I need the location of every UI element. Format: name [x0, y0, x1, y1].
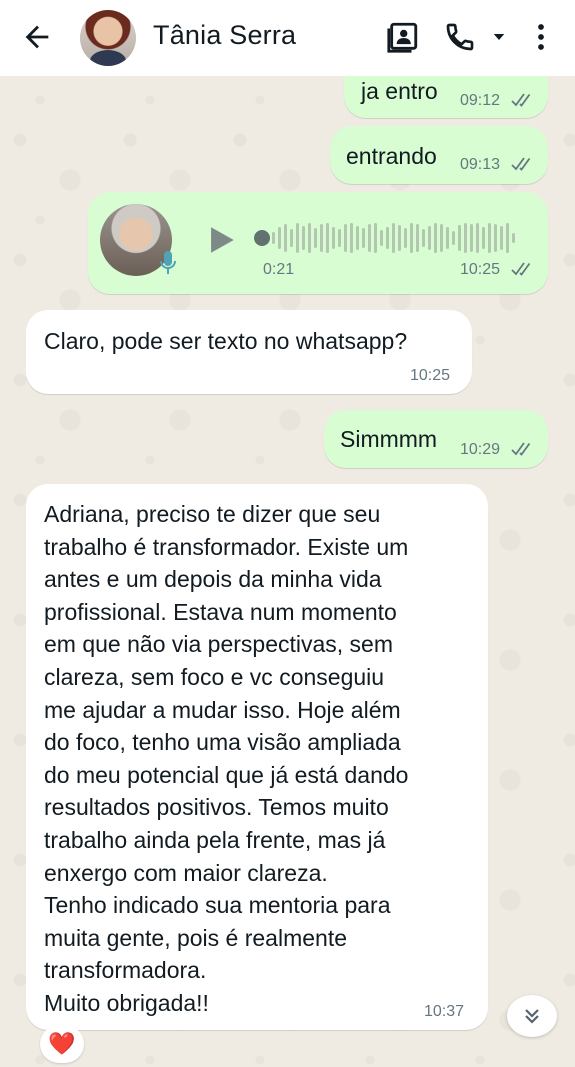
read-receipt-icon: [511, 442, 531, 456]
message-bubble-incoming[interactable]: Claro, pode ser texto no whatsapp? 10:25: [26, 310, 472, 394]
message-time: 10:29: [460, 441, 501, 458]
read-receipt-icon: [511, 157, 531, 171]
more-options-icon[interactable]: [526, 20, 556, 54]
message-line: do meu potencial que já está dando: [44, 761, 409, 788]
play-icon[interactable]: [204, 222, 238, 258]
message-line: trabalho ainda pela frente, mas já: [44, 826, 386, 853]
message-time: 10:25: [460, 261, 501, 278]
read-receipt-icon: [511, 262, 531, 276]
playback-slider-handle[interactable]: [254, 230, 270, 246]
message-line: profissional. Estava num momento: [44, 598, 397, 625]
message-text-long: Adriana, preciso te dizer que seu trabal…: [44, 498, 484, 1020]
contact-avatar[interactable]: [80, 10, 136, 66]
message-line: transformadora.: [44, 957, 207, 984]
message-line: Muito obrigada!!: [44, 989, 209, 1016]
voice-duration: 0:21: [263, 261, 295, 278]
scroll-to-bottom-button[interactable]: [507, 995, 557, 1037]
message-time: 10:25: [410, 367, 451, 384]
message-line: me ajudar a mudar isso. Hoje além: [44, 696, 401, 723]
message-line: clareza, sem foco e vc conseguiu: [44, 663, 385, 690]
microphone-icon: [160, 251, 176, 274]
back-arrow-icon[interactable]: [20, 20, 54, 54]
dropdown-icon[interactable]: [488, 28, 510, 46]
message-line: antes e um depois da minha vida: [44, 566, 382, 593]
contact-card-icon[interactable]: [386, 20, 420, 54]
message-bubble-outgoing[interactable]: entrando 09:13: [330, 126, 548, 184]
heart-reaction-emoji: ❤️: [48, 1031, 76, 1056]
message-time: 09:13: [460, 156, 501, 173]
message-line: do foco, tenho uma visão ampliada: [44, 729, 401, 756]
message-line: trabalho é transformador. Existe um: [44, 533, 409, 560]
audio-waveform[interactable]: [272, 221, 515, 255]
message-line: em que não via perspectivas, sem: [44, 631, 394, 658]
message-line: Adriana, preciso te dizer que seu: [44, 501, 381, 527]
message-line: enxergo com maior clareza.: [44, 859, 328, 886]
message-text: Simmmm: [340, 426, 438, 452]
message-text: entrando: [346, 143, 437, 169]
contact-name[interactable]: Tânia Serra: [153, 20, 296, 51]
message-line: resultados positivos. Temos muito: [44, 794, 389, 821]
chat-header: Tânia Serra: [0, 0, 575, 76]
phone-icon[interactable]: [444, 21, 476, 53]
message-time: 09:12: [460, 92, 501, 109]
message-text: ja entro: [361, 78, 438, 104]
heart-reaction[interactable]: ❤️: [40, 1025, 84, 1063]
double-chevron-down-icon: [525, 1009, 539, 1024]
message-bubble-outgoing[interactable]: Simmmm 10:29: [324, 410, 548, 468]
message-line: Tenho indicado sua mentoria para: [44, 892, 391, 919]
message-line: muita gente, pois é realmente: [44, 924, 348, 951]
read-receipt-icon: [511, 93, 531, 107]
message-text: Claro, pode ser texto no whatsapp?: [44, 328, 408, 354]
